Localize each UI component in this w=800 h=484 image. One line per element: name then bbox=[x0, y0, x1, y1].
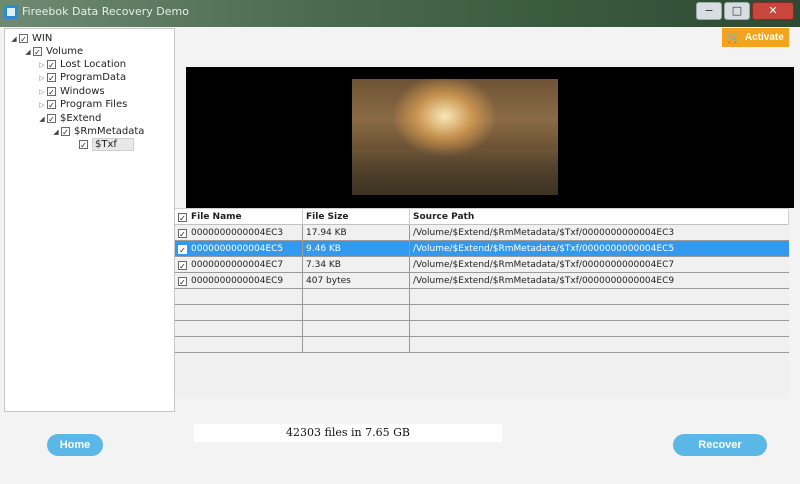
tree-node-win[interactable]: ◢ ✓ WIN bbox=[9, 32, 52, 45]
empty-row bbox=[175, 305, 789, 321]
source-path: /Volume/$Extend/$RmMetadata/$Txf/0000000… bbox=[413, 227, 675, 238]
tree-node-label: $Extend bbox=[60, 113, 102, 124]
table-row[interactable]: ✓ 0000000000004EC3 17.94 KB /Volume/$Exte… bbox=[175, 225, 789, 241]
checkbox-windows[interactable]: ✓ bbox=[47, 87, 56, 97]
table-row[interactable]: ✓ 0000000000004EC5 9.46 KB /Volume/$Exten… bbox=[175, 241, 789, 257]
tree-expand-icon[interactable]: ◢ bbox=[51, 128, 61, 136]
row-checkbox[interactable]: ✓ bbox=[178, 260, 187, 271]
tree-expand-icon[interactable]: ◢ bbox=[9, 35, 19, 43]
app-window: Fireebok Data Recovery Demo − □ ✕ ◢ ✓ WI… bbox=[0, 0, 800, 484]
file-size: 407 bytes bbox=[303, 273, 410, 289]
file-table: ✓ File Name File Size Source Path ✓ 00000… bbox=[175, 208, 789, 398]
tree-node-program-files[interactable]: ▷ ✓ Program Files bbox=[37, 98, 127, 111]
file-name: 0000000000004EC9 bbox=[191, 275, 284, 286]
row-checkbox[interactable]: ✓ bbox=[178, 228, 187, 239]
file-name: 0000000000004EC7 bbox=[191, 259, 284, 270]
row-checkbox[interactable]: ✓ bbox=[178, 276, 187, 287]
tree-node-label: Program Files bbox=[60, 99, 128, 110]
checkbox-rmmetadata[interactable]: ✓ bbox=[61, 127, 70, 137]
tree-collapsed-icon[interactable]: ▷ bbox=[37, 88, 47, 96]
activate-label: Activate bbox=[744, 32, 784, 43]
checkbox-extend[interactable]: ✓ bbox=[47, 114, 56, 124]
source-path: /Volume/$Extend/$RmMetadata/$Txf/0000000… bbox=[413, 243, 675, 254]
select-all-checkbox[interactable]: ✓ bbox=[178, 212, 187, 223]
tree-node-label: Windows bbox=[60, 86, 105, 97]
cart-icon: 🛒 bbox=[727, 32, 741, 44]
empty-row bbox=[175, 337, 789, 353]
recover-button[interactable]: Recover bbox=[673, 434, 767, 456]
column-header-file-size[interactable]: File Size bbox=[303, 209, 410, 225]
tree-node-windows[interactable]: ▷ ✓ Windows bbox=[37, 85, 105, 98]
tree-node-label: $Txf bbox=[92, 138, 134, 151]
file-size: 7.34 KB bbox=[303, 257, 410, 273]
folder-tree: ◢ ✓ WIN ◢ ✓ Volume ▷ ✓ Lost Location ▷ ✓… bbox=[4, 28, 175, 412]
title-bar[interactable]: Fireebok Data Recovery Demo − □ ✕ bbox=[0, 0, 800, 27]
close-button[interactable]: ✕ bbox=[752, 2, 794, 20]
tree-node-programdata[interactable]: ▷ ✓ ProgramData bbox=[37, 71, 126, 84]
checkbox-program-files[interactable]: ✓ bbox=[47, 100, 56, 110]
column-header-file-name[interactable]: ✓ File Name bbox=[175, 209, 303, 225]
home-button[interactable]: Home bbox=[47, 434, 103, 456]
tree-collapsed-icon[interactable]: ▷ bbox=[37, 61, 47, 69]
tree-node-label: Volume bbox=[46, 46, 84, 57]
app-logo-icon bbox=[4, 5, 18, 19]
minimize-button[interactable]: − bbox=[696, 2, 722, 20]
tree-node-rmmetadata[interactable]: ◢ ✓ $RmMetadata bbox=[51, 125, 144, 138]
row-checkbox[interactable]: ✓ bbox=[178, 244, 187, 255]
file-name: 0000000000004EC3 bbox=[191, 227, 284, 238]
tree-node-extend[interactable]: ◢ ✓ $Extend bbox=[37, 112, 101, 125]
file-size: 17.94 KB bbox=[303, 225, 410, 241]
checkbox-win[interactable]: ✓ bbox=[19, 34, 28, 44]
checkbox-volume[interactable]: ✓ bbox=[33, 47, 42, 57]
tree-node-label: $RmMetadata bbox=[74, 126, 145, 137]
maximize-button[interactable]: □ bbox=[724, 2, 750, 20]
empty-row bbox=[175, 321, 789, 337]
checkbox-txf[interactable]: ✓ bbox=[79, 140, 88, 150]
empty-row bbox=[175, 289, 789, 305]
checkbox-programdata[interactable]: ✓ bbox=[47, 73, 56, 83]
table-row[interactable]: ✓ 0000000000004EC7 7.34 KB /Volume/$Exten… bbox=[175, 257, 789, 273]
tree-expand-icon[interactable]: ◢ bbox=[37, 115, 47, 123]
preview-pane bbox=[186, 67, 794, 208]
tree-node-label: WIN bbox=[32, 33, 53, 44]
tree-node-label: Lost Location bbox=[60, 59, 127, 70]
file-name: 0000000000004EC5 bbox=[191, 243, 284, 254]
column-header-source-path[interactable]: Source Path bbox=[410, 209, 789, 225]
activate-button[interactable]: 🛒 Activate bbox=[722, 28, 789, 47]
tree-collapsed-icon[interactable]: ▷ bbox=[37, 101, 47, 109]
tree-node-volume[interactable]: ◢ ✓ Volume bbox=[23, 45, 83, 58]
tree-collapsed-icon[interactable]: ▷ bbox=[37, 74, 47, 82]
file-size: 9.46 KB bbox=[303, 241, 410, 257]
source-path: /Volume/$Extend/$RmMetadata/$Txf/0000000… bbox=[413, 275, 675, 286]
checkbox-lost-location[interactable]: ✓ bbox=[47, 60, 56, 70]
source-path: /Volume/$Extend/$RmMetadata/$Txf/0000000… bbox=[413, 259, 675, 270]
tree-node-label: ProgramData bbox=[60, 72, 127, 83]
tree-expand-icon[interactable]: ◢ bbox=[23, 48, 33, 56]
status-text: 42303 files in 7.65 GB bbox=[194, 424, 502, 442]
window-title: Fireebok Data Recovery Demo bbox=[22, 5, 189, 18]
preview-image bbox=[352, 79, 558, 195]
tree-node-lost-location[interactable]: ▷ ✓ Lost Location bbox=[37, 58, 126, 71]
table-row[interactable]: ✓ 0000000000004EC9 407 bytes /Volume/$Ext… bbox=[175, 273, 789, 289]
table-header: ✓ File Name File Size Source Path bbox=[175, 209, 789, 225]
tree-node-txf[interactable]: ✓ $Txf bbox=[69, 138, 134, 151]
